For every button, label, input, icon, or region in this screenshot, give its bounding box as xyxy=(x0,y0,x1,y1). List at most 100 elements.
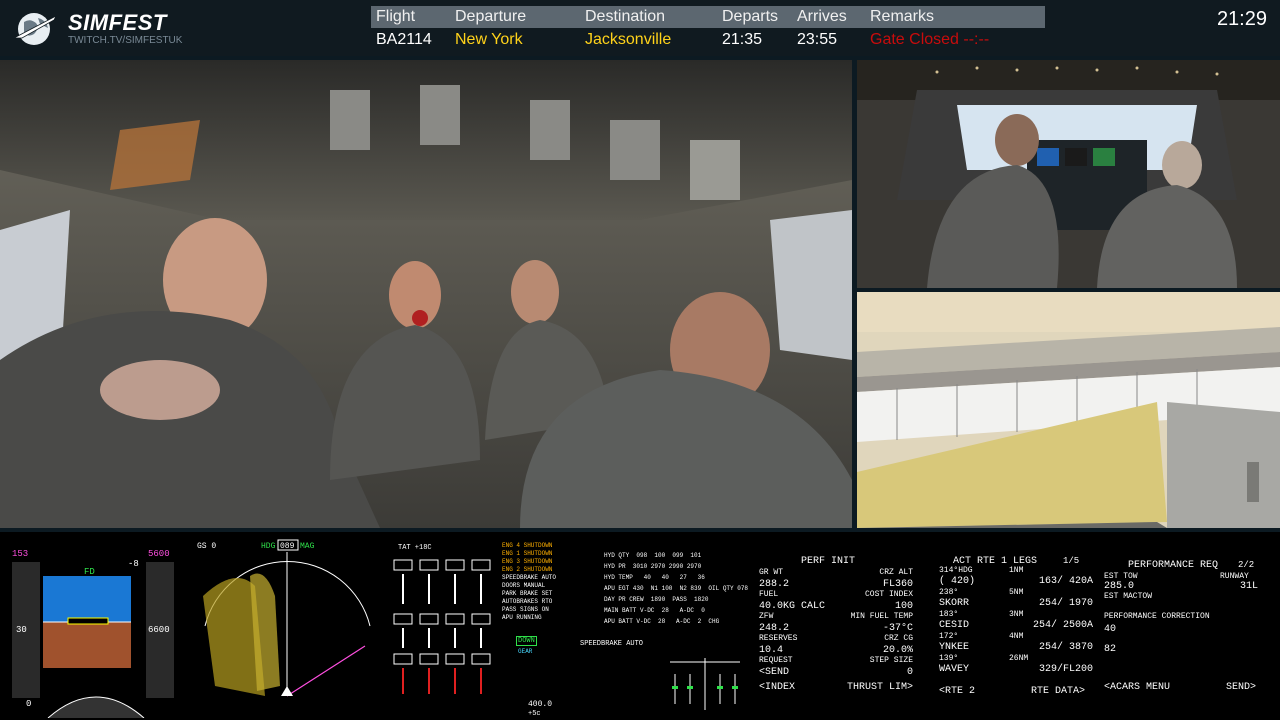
leg-row[interactable]: WAVEY 329/FL200 xyxy=(939,664,1093,676)
header-departs: Departs xyxy=(722,8,779,25)
leg-row[interactable]: SKORR 254/ 1970 xyxy=(939,598,1093,610)
leg-distance: 1NM xyxy=(1009,566,1024,575)
cdu3-title: PERFORMANCE REQ xyxy=(1128,560,1219,571)
cdu3-est-mactow: EST MACTOW xyxy=(1104,592,1153,601)
leg-fix[interactable]: CESID xyxy=(939,620,969,631)
crew-camera-feed xyxy=(0,60,852,528)
cdu1-line: 10.4 20.0% xyxy=(759,645,913,656)
systems-row: HYD QTY 098 100 099 101 xyxy=(604,552,702,559)
leg-alt-constraint[interactable]: 163/ 420A xyxy=(1039,576,1093,587)
eicas-message: PARK BRAKE SET xyxy=(502,590,553,597)
eicas-message: ENG 4 SHUTDOWN xyxy=(502,542,553,549)
leg-heading: 238° xyxy=(939,588,959,597)
stream-header: SIMFEST TWITCH.TV/SIMFESTUK Flight Depar… xyxy=(0,0,1280,56)
cdu3-acars-menu[interactable]: <ACARS MENU xyxy=(1104,682,1170,693)
leg-header: 314°HDG 1NM xyxy=(939,566,1093,576)
leg-header: 238° 5NM xyxy=(939,588,1093,598)
gear-indicator: DOWN xyxy=(516,636,537,646)
header-remarks: Remarks xyxy=(870,8,935,25)
cdu1-line: 288.2 FL360 xyxy=(759,579,913,590)
cdu1-line: GR WT CRZ ALT xyxy=(759,568,913,579)
leg-distance: 5NM xyxy=(1009,588,1024,597)
speedbrake-status: SPEEDBRAKE AUTO xyxy=(580,640,644,648)
leg-row[interactable]: ( 420) 163/ 420A xyxy=(939,576,1093,588)
leg-row[interactable]: CESID 254/ 2500A xyxy=(939,620,1093,632)
instrument-strip: FD 153 5600 -8 30 6600 0 GS 0 HDG 089 MA… xyxy=(0,532,1280,720)
cdu1-right: CRZ CG xyxy=(884,634,913,643)
flight-controls-synoptic xyxy=(670,658,740,710)
cdu-rte-legs: ACT RTE 1 LEGS 1/5 314°HDG 1NM( 420) 163/ … xyxy=(935,552,1095,702)
cdu1-left: FUEL xyxy=(759,590,779,599)
leg-fix[interactable]: WAVEY xyxy=(939,664,969,675)
eicas-message: PASS SIGNS ON xyxy=(502,606,549,613)
arrives-time: 23:55 xyxy=(797,31,838,48)
eicas-message: APU RUNNING xyxy=(502,614,542,621)
cdu3-value-1: 40 xyxy=(1104,624,1117,635)
cdu1-line: ZFW MIN FUEL TEMP xyxy=(759,612,913,623)
flight-board-row: BA2114 New York Jacksonville 21:35 23:55… xyxy=(371,29,1045,51)
leg-fix[interactable]: ( 420) xyxy=(939,576,975,587)
cockpit-camera-image xyxy=(857,60,1280,288)
flight-board-header: Flight Departure Destination Departs Arr… xyxy=(371,6,1045,28)
eicas-message: ENG 3 SHUTDOWN xyxy=(502,558,553,565)
cdu1-left: 10.4 xyxy=(759,645,784,656)
leg-alt-constraint[interactable]: 254/ 1970 xyxy=(1039,598,1093,609)
cdu3-est-tow: 285.0 xyxy=(1104,581,1135,592)
leg-header: 183° 3NM xyxy=(939,610,1093,620)
leg-row[interactable]: YNKEE 254/ 3870 xyxy=(939,642,1093,654)
cdu1-right: 100 xyxy=(894,601,913,612)
leg-header: 139° 26NM xyxy=(939,654,1093,664)
leg-heading: 183° xyxy=(939,610,959,619)
nd-gs: GS 0 xyxy=(197,542,216,551)
leg-alt-constraint[interactable]: 254/ 2500A xyxy=(1033,620,1093,631)
cdu1-left: ZFW xyxy=(759,612,774,621)
cdu1-right: MIN FUEL TEMP xyxy=(850,612,913,621)
nd-heading: 089 xyxy=(280,542,295,551)
cdu3-page: 2/2 xyxy=(1238,560,1255,570)
cdu1-right: FL360 xyxy=(882,579,913,590)
cdu-performance-req: PERFORMANCE REQ 2/2 EST TOW RUNWAY 285.0… xyxy=(1102,556,1274,706)
cdu2-page: 1/5 xyxy=(1063,556,1080,566)
leg-header: 172° 4NM xyxy=(939,632,1093,642)
leg-fix[interactable]: YNKEE xyxy=(939,642,969,653)
cdu1-right: STEP SIZE xyxy=(869,656,913,665)
pfd-alt-bug: 5600 xyxy=(148,549,170,559)
cdu3-runway: 31L xyxy=(1240,581,1259,592)
simfest-logo: SIMFEST TWITCH.TV/SIMFESTUK xyxy=(10,6,185,50)
cdu1-title: PERF INIT xyxy=(801,556,856,567)
systems-readouts: HYD QTY 098 100 099 101 HYD PR 3010 2970 … xyxy=(604,550,750,627)
fuel-temp: +5c xyxy=(528,710,541,718)
leg-fix[interactable]: SKORR xyxy=(939,598,969,609)
cdu1-right: CRZ ALT xyxy=(879,568,913,577)
cdu2-rte2[interactable]: <RTE 2 xyxy=(939,686,975,697)
cdu3-send[interactable]: SEND> xyxy=(1226,682,1256,693)
nd-mag: MAG xyxy=(300,542,315,551)
flight-board: Flight Departure Destination Departs Arr… xyxy=(371,6,1045,52)
leg-heading: 139° xyxy=(939,654,959,663)
cdu3-value-2: 82 xyxy=(1104,644,1117,655)
remarks-status: Gate Closed --:-- xyxy=(870,31,990,48)
header-destination: Destination xyxy=(585,8,666,25)
pfd-alt-box: 6600 xyxy=(148,625,170,635)
cdu1-line: REQUEST STEP SIZE xyxy=(759,656,913,667)
cdu1-left: 248.2 xyxy=(759,623,790,634)
flight-number: BA2114 xyxy=(376,31,432,48)
systems-row: APU EGT 430 N1 100 N2 839 OIL QTY 078 xyxy=(604,585,749,592)
departs-time: 21:35 xyxy=(722,31,763,48)
cdu2-rte-data[interactable]: RTE DATA> xyxy=(1031,686,1085,697)
cdu1-left[interactable]: <SEND xyxy=(759,667,789,678)
leg-heading: 172° xyxy=(939,632,959,641)
pfd-vs: -8 xyxy=(128,559,139,569)
leg-alt-constraint[interactable]: 329/FL200 xyxy=(1039,664,1093,675)
cdu1-left[interactable]: <INDEX xyxy=(759,682,795,693)
eicas-message: ENG 1 SHUTDOWN xyxy=(502,550,553,557)
eicas-message: SPEEDBRAKE AUTO xyxy=(502,574,557,581)
eicas-message: DOORS MANUAL xyxy=(502,582,546,589)
pfd-speed-bug: 153 xyxy=(12,549,28,559)
cdu1-right[interactable]: 0 xyxy=(907,667,913,678)
cdu1-line: <SEND 0 xyxy=(759,667,913,678)
cdu1-right[interactable]: THRUST LIM> xyxy=(847,682,913,693)
leg-alt-constraint[interactable]: 254/ 3870 xyxy=(1039,642,1093,653)
cdu1-line: FUEL COST INDEX xyxy=(759,590,913,601)
cdu3-est-tow-label: EST TOW xyxy=(1104,572,1138,581)
